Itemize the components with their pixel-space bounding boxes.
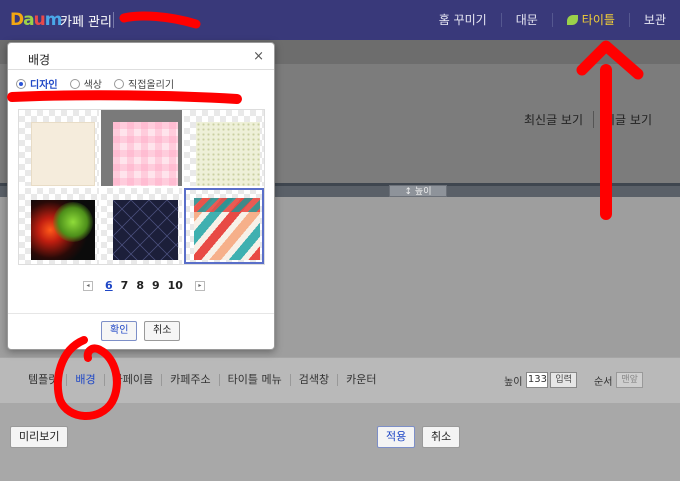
zigzag-band [193,198,260,212]
pattern-swatch [195,122,260,186]
nav-storage[interactable]: 보관 [628,13,680,27]
cancel-button[interactable]: 취소 [422,426,461,448]
apply-button[interactable]: 적용 [377,426,416,448]
tab-search[interactable]: 검색창 [289,374,337,386]
edit-toolbar: 템플릿 배경 카페이름 카페주소 타이틀 메뉴 검색창 카운터 높이 133 입… [0,357,680,403]
title-divider [113,12,114,28]
dialog-footer-divider [8,313,274,314]
pattern-swatch [113,200,178,260]
logo-letter: m [44,10,63,30]
radio-dot [114,78,125,89]
order-label: 순서 [594,376,613,388]
page-link[interactable]: 10 [168,279,183,292]
nav-gate[interactable]: 대문 [500,13,552,27]
dialog-title: 배경 [28,53,51,67]
pattern-swatch [31,122,96,186]
dialog-ok-button[interactable]: 확인 [101,321,138,341]
radio-dot [69,78,80,89]
order-control: 순서 맨앞 [594,372,643,388]
tab-title-menu[interactable]: 타이틀 메뉴 [218,374,290,386]
thumbnail-diagonal-stripes[interactable] [183,188,264,264]
logo-letter: u [33,10,46,30]
height-enter-button[interactable]: 입력 [550,372,577,388]
radio-color-label: 색상 [83,80,103,91]
bring-front-button[interactable]: 맨앞 [616,372,643,388]
background-dialog: 배경 × 디자인 색상 직접올리기 ◂ 6 7 8 9 10 ▸ 확인 취소 [7,42,275,350]
page-link[interactable]: 7 [121,279,129,292]
pattern-swatch [193,198,260,260]
element-tabs: 템플릿 배경 카페이름 카페주소 타이틀 메뉴 검색창 카운터 [20,374,384,386]
daum-logo[interactable]: Daum [10,10,63,30]
nav-home-decor[interactable]: 홈 꾸미기 [425,13,501,27]
thumbnail-pink-check[interactable] [101,110,182,186]
height-label: 높이 [504,376,523,388]
thumbnail-beige-paper[interactable] [19,110,100,186]
preview-links: 최신글 보기 기글 보기 [514,111,662,128]
height-control: 높이 133 입력 [504,372,577,388]
top-nav: 홈 꾸미기 대문 타이틀 보관 [425,0,680,40]
radio-dot [16,78,26,89]
background-thumbnail-grid [18,109,265,265]
height-input[interactable]: 133 [526,372,549,388]
tab-cafe-name[interactable]: 카페이름 [103,374,161,386]
preview-button[interactable]: 미리보기 [10,426,69,448]
latest-posts-link[interactable]: 최신글 보기 [514,111,593,128]
radio-upload-label: 직접올리기 [128,80,175,91]
tab-counter[interactable]: 카운터 [337,374,384,386]
page-link[interactable]: 6 [105,279,113,292]
background-type-radios: 디자인 색상 직접올리기 [16,76,186,91]
top-bar: Daum 카페 관리 홈 꾸미기 대문 타이틀 보관 [0,0,680,40]
tab-cafe-address[interactable]: 카페주소 [161,374,218,386]
thumbnail-navy-diamond[interactable] [101,188,182,264]
tab-template[interactable]: 템플릿 [20,374,66,386]
prev-page-icon[interactable]: ◂ [83,280,93,291]
close-icon[interactable]: × [253,49,264,64]
leaf-icon [566,15,578,25]
app-title[interactable]: 카페 관리 [60,11,112,30]
radio-design-label: 디자인 [30,80,58,91]
page-link[interactable]: 8 [136,279,144,292]
logo-letter: D [10,10,24,30]
page-link[interactable]: 9 [152,279,160,292]
logo-letter: a [23,10,35,30]
radio-design[interactable]: 디자인 [16,76,58,91]
thumbnail-pager: ◂ 6 7 8 9 10 ▸ [83,279,205,292]
next-page-icon[interactable]: ▸ [194,280,205,291]
thumbnail-green-dots[interactable] [183,110,264,186]
dialog-divider [8,69,274,70]
nav-title-label: 타이틀 [581,13,615,27]
tab-background[interactable]: 배경 [66,374,103,386]
height-handle[interactable]: ↕ 높이 [389,185,447,197]
radio-upload[interactable]: 직접올리기 [114,76,174,91]
dialog-cancel-button[interactable]: 취소 [144,321,181,341]
thumbnail-bokeh-lights[interactable] [19,188,100,264]
footer: 미리보기 적용 취소 [0,403,680,481]
radio-color[interactable]: 색상 [69,76,103,91]
pattern-swatch [113,122,178,186]
posts-link[interactable]: 기글 보기 [593,111,662,128]
nav-title[interactable]: 타이틀 [551,13,629,27]
